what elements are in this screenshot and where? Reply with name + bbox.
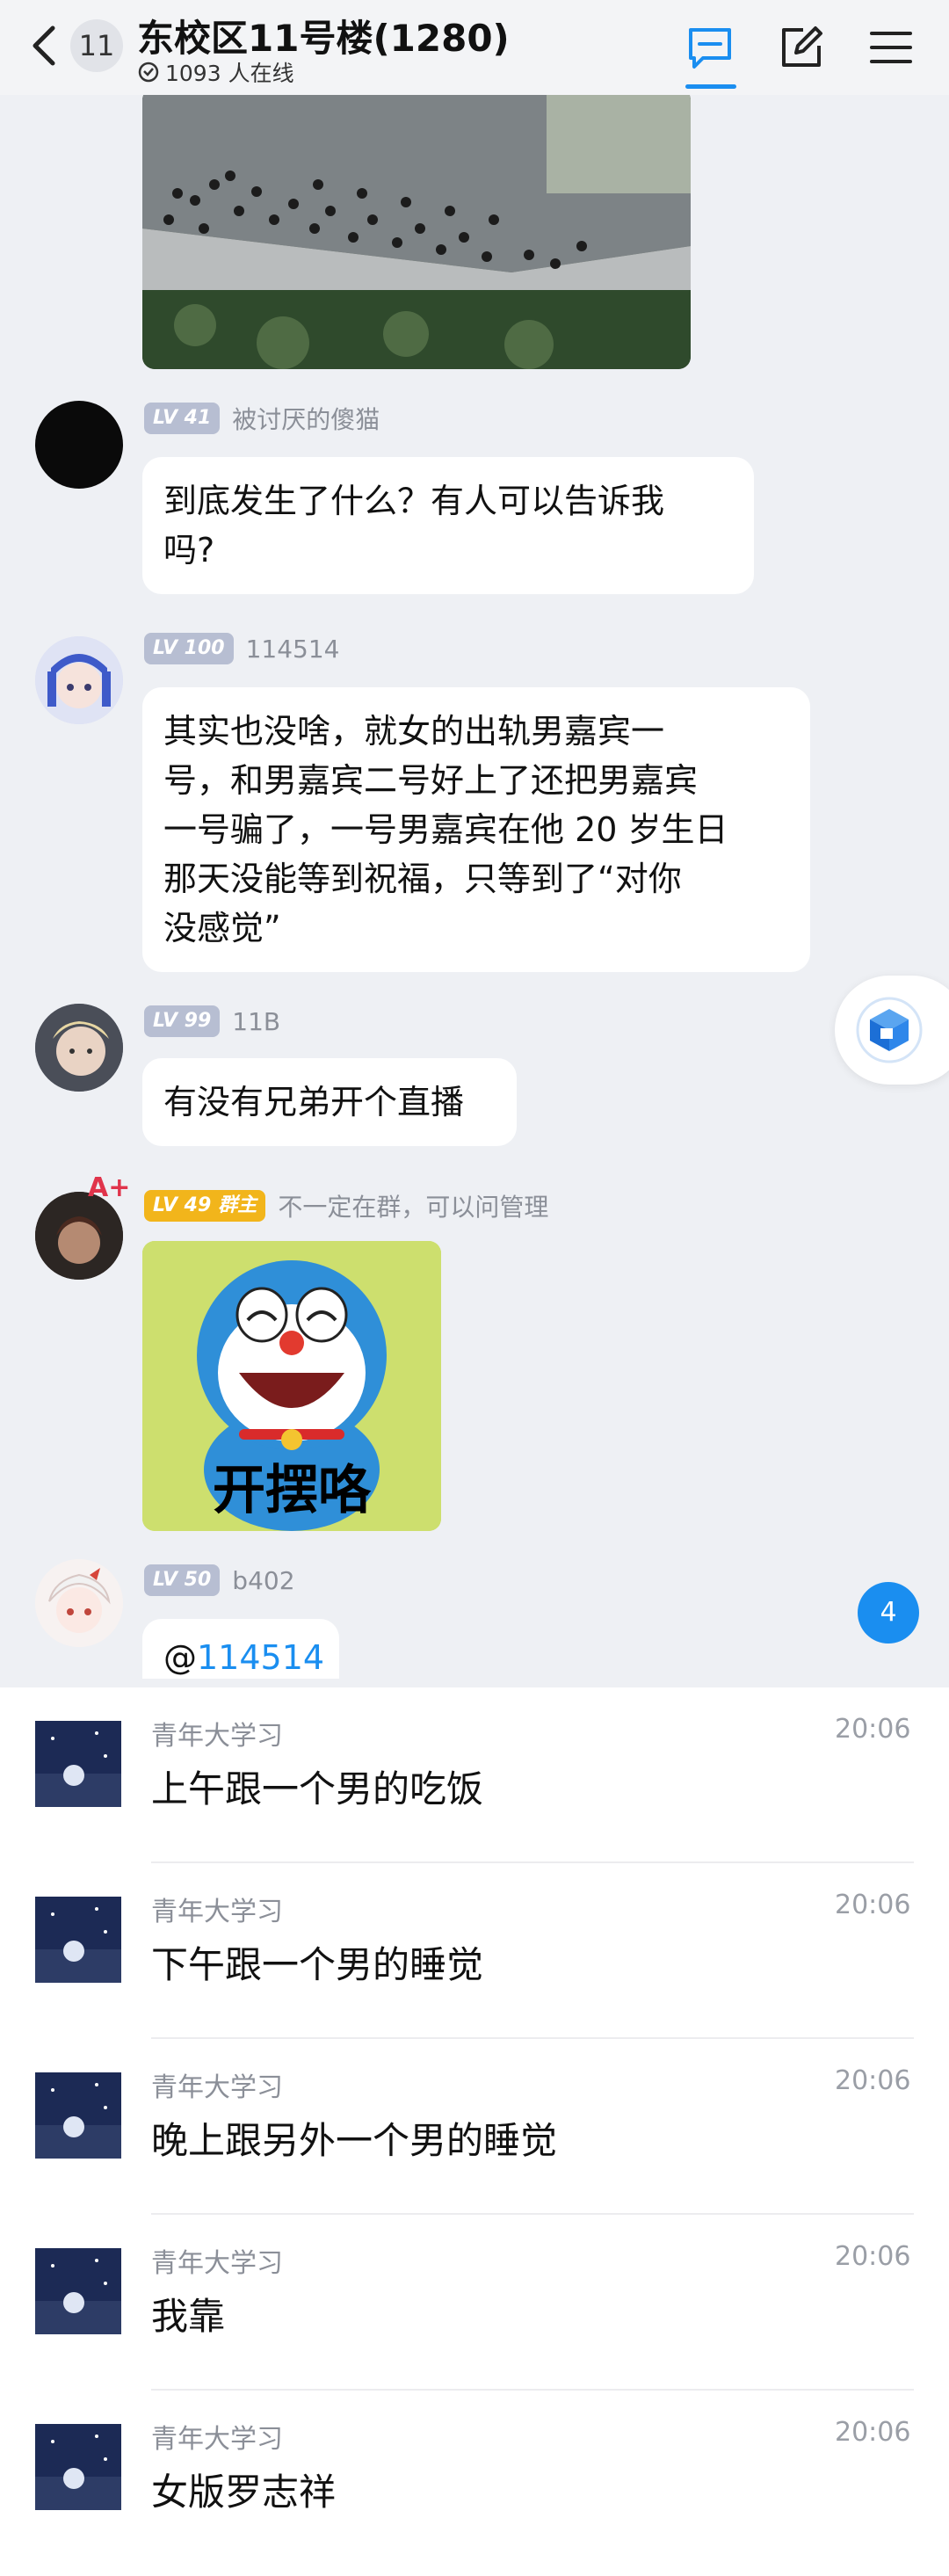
- level-badge: LV 99: [144, 1005, 221, 1037]
- avatar[interactable]: [35, 1192, 123, 1280]
- photo-avatar-icon: [35, 1004, 123, 1092]
- list-text: 我靠: [151, 2295, 226, 2338]
- group-title[interactable]: 东校区11号楼(1280): [137, 9, 510, 62]
- message-meta: LV 49 群主 不一定在群，可以问管理: [144, 1188, 548, 1223]
- level-badge: LV 50: [144, 1564, 221, 1596]
- message-meta: LV 99 11B: [144, 1004, 280, 1039]
- night-sky-avatar-icon: [35, 2072, 121, 2159]
- new-message-count-badge[interactable]: 4: [858, 1582, 919, 1644]
- level-badge: LV 41: [144, 403, 221, 434]
- active-tab-indicator: [685, 84, 736, 89]
- list-sender: 青年大学习: [151, 2424, 283, 2455]
- message-bubble[interactable]: 到底发生了什么？有人可以告诉我 吗?: [142, 457, 754, 594]
- list-item[interactable]: 青年大学习 20:06 女版罗志祥: [0, 2391, 949, 2566]
- floating-app-button[interactable]: [835, 976, 949, 1085]
- mention-link[interactable]: 114514: [197, 1638, 324, 1677]
- list-avatar: [35, 2248, 121, 2334]
- list-sender: 青年大学习: [151, 1897, 283, 1927]
- sender-name[interactable]: 114514: [246, 635, 340, 664]
- list-text: 女版罗志祥: [151, 2471, 337, 2514]
- message-line: 没感觉”: [163, 909, 281, 947]
- avatar[interactable]: [35, 1559, 123, 1647]
- mention-prefix: @: [163, 1638, 197, 1677]
- list-sender: 青年大学习: [151, 2072, 283, 2103]
- list-item[interactable]: 青年大学习 20:06 我靠: [0, 2215, 949, 2391]
- message-bubble[interactable]: @114514: [142, 1619, 339, 1679]
- list-time: 20:06: [835, 1714, 911, 1745]
- night-sky-avatar-icon: [35, 2248, 121, 2334]
- cube-app-icon: [856, 997, 923, 1063]
- list-text: 上午跟一个男的吃饭: [151, 1767, 484, 1810]
- night-sky-avatar-icon: [35, 1721, 121, 1807]
- list-text: 下午跟一个男的睡觉: [151, 1943, 484, 1986]
- back-arrow-icon[interactable]: [26, 23, 62, 69]
- role-text: 群主: [218, 1194, 257, 1216]
- list-avatar: [35, 1721, 121, 1807]
- photo-message[interactable]: [142, 88, 691, 369]
- list-time: 20:06: [835, 2241, 911, 2272]
- sticker-caption: 开摆咯: [213, 1460, 371, 1521]
- message-list-panel: 青年大学习 20:06 上午跟一个男的吃饭 青年大学习 20:06 下午跟一个男…: [0, 1687, 949, 2576]
- message-line: 到底发生了什么？有人可以告诉我: [163, 482, 665, 520]
- menu-icon[interactable]: [866, 23, 916, 72]
- list-time: 20:06: [835, 1890, 911, 1920]
- avatar-badge: A+: [88, 1172, 131, 1203]
- anime-avatar-icon: [35, 636, 123, 724]
- avatar[interactable]: [35, 1004, 123, 1092]
- list-time: 20:06: [835, 2417, 911, 2448]
- list-avatar: [35, 1897, 121, 1983]
- owner-level-badge: LV 49 群主: [144, 1190, 266, 1222]
- message-line: 号，和男嘉宾二号好上了还把男嘉宾: [163, 761, 699, 800]
- avatar[interactable]: [35, 636, 123, 724]
- list-sender: 青年大学习: [151, 1721, 283, 1752]
- online-icon: [138, 62, 159, 83]
- sender-name[interactable]: 不一定在群，可以问管理: [278, 1188, 548, 1223]
- sticker-message[interactable]: 开摆咯: [142, 1241, 441, 1531]
- crowd-photo: [142, 88, 691, 369]
- message-feed[interactable]: LV 41 被讨厌的傻猫 到底发生了什么？有人可以告诉我 吗? LV 100 1…: [0, 0, 949, 1679]
- online-status: 1093 人在线: [137, 56, 294, 88]
- edit-icon[interactable]: [777, 23, 826, 72]
- message-line: 一号骗了，一号男嘉宾在他 20 岁生日: [163, 810, 728, 849]
- list-item[interactable]: 青年大学习 20:06 晚上跟另外一个男的睡觉: [0, 2039, 949, 2215]
- message-bubble[interactable]: 其实也没啥，就女的出轨男嘉宾一 号，和男嘉宾二号好上了还把男嘉宾 一号骗了，一号…: [142, 687, 810, 972]
- list-item[interactable]: 青年大学习 20:06 下午跟一个男的睡觉: [0, 1863, 949, 2039]
- message-meta: LV 41 被讨厌的傻猫: [144, 401, 380, 436]
- message-line: 其实也没啥，就女的出轨男嘉宾一: [163, 712, 665, 751]
- anime-avatar-icon: [35, 1559, 123, 1647]
- message-meta: LV 100 114514: [144, 631, 340, 666]
- chat-icon[interactable]: [685, 23, 735, 72]
- list-item[interactable]: 青年大学习 20:06 上午跟一个男的吃饭: [0, 1687, 949, 1863]
- message-bubble[interactable]: 有没有兄弟开个直播: [142, 1058, 517, 1146]
- sender-name[interactable]: 11B: [232, 1007, 280, 1036]
- back-unread-count[interactable]: 11: [70, 19, 123, 72]
- sender-name[interactable]: 被讨厌的傻猫: [232, 401, 380, 436]
- list-sender: 青年大学习: [151, 2248, 283, 2279]
- message-line: 有没有兄弟开个直播: [163, 1083, 465, 1121]
- online-count: 1093 人在线: [165, 61, 294, 86]
- list-time: 20:06: [835, 2065, 911, 2096]
- chat-header: 11 东校区11号楼(1280) 1093 人在线: [0, 0, 949, 95]
- list-text: 晚上跟另外一个男的睡觉: [151, 2119, 558, 2162]
- level-text: LV 49: [153, 1194, 212, 1216]
- night-sky-avatar-icon: [35, 2424, 121, 2510]
- avatar[interactable]: [35, 401, 123, 489]
- message-meta: LV 50 b402: [144, 1563, 295, 1598]
- message-line: 那天没能等到祝福，只等到了“对你: [163, 860, 682, 898]
- sender-name[interactable]: b402: [232, 1566, 294, 1595]
- list-avatar: [35, 2072, 121, 2159]
- level-badge: LV 100: [144, 633, 234, 664]
- list-avatar: [35, 2424, 121, 2510]
- night-sky-avatar-icon: [35, 1897, 121, 1983]
- photo-avatar-icon: [35, 1192, 123, 1280]
- message-line: 吗?: [163, 531, 215, 570]
